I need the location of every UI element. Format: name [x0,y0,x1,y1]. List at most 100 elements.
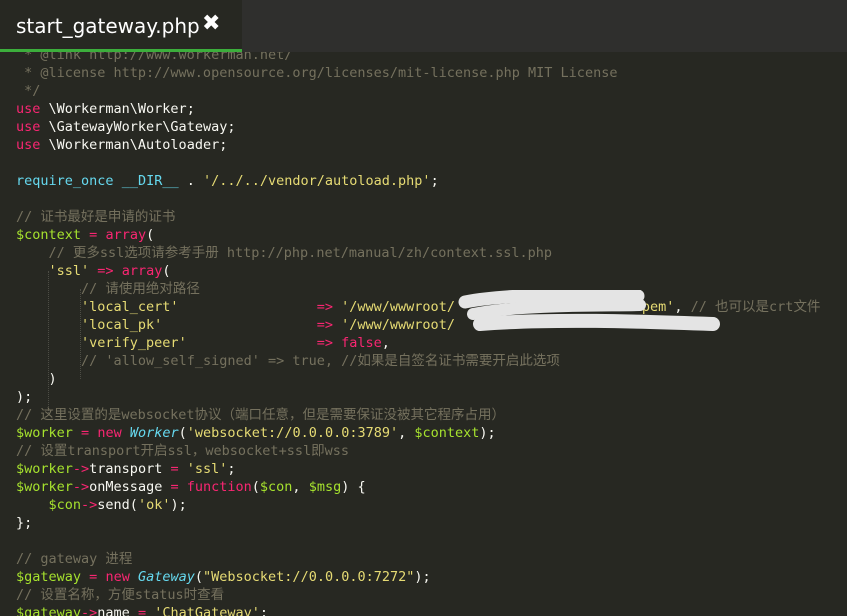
code-line[interactable]: // 设置transport开启ssl，websocket+ssl即wss [16,442,820,460]
code-line[interactable]: $worker->transport = 'ssl'; [16,460,820,478]
code-line[interactable]: * @link http://www.workerman.net/ [16,52,820,64]
keyword-token: => [316,299,334,315]
keyword-token: -> [81,497,98,513]
code-line[interactable]: use \GatewayWorker\Gateway; [16,118,820,136]
string-token: 'ChatGateway' [154,605,260,616]
code-line[interactable]: ); [16,388,820,406]
code-line[interactable]: require_once __DIR__ . '/../../vendor/au… [16,172,820,190]
keyword-token: => [316,335,334,351]
code-line[interactable]: use \Workerman\Autoloader; [16,136,820,154]
keyword-token: = [170,461,179,477]
code-line[interactable]: }; [16,514,820,532]
code-line[interactable]: // 设置名称，方便status时查看 [16,586,820,604]
class-token: Worker [129,425,179,441]
code-token: ( [178,425,187,441]
keyword-token: use [16,119,41,135]
keyword-token: -> [72,461,90,477]
code-token: ( [194,569,204,585]
code-token: ( [146,227,155,243]
code-token: ) { [341,479,366,495]
code-token: ); [479,425,496,441]
comment-token: // 设置名称，方便status时查看 [16,587,225,603]
comment-token: */ [16,83,41,99]
code-line[interactable]: $gateway->name = 'ChatGateway'; [16,604,820,616]
code-line[interactable]: $gateway = new Gateway("Websocket://0.0.… [16,568,820,586]
code-line[interactable]: // 'allow_self_signed' => true, //如果是自签名… [16,352,820,370]
code-line[interactable] [16,154,820,172]
code-line[interactable] [16,532,820,550]
code-line[interactable]: 'ssl' => array( [16,262,820,280]
code-line[interactable]: $worker = new Worker('websocket://0.0.0.… [16,424,820,442]
keyword-token: = [81,425,90,441]
code-token: ( [251,479,260,495]
file-tab[interactable]: start_gateway.php ✖ [0,0,242,52]
code-line[interactable] [16,190,820,208]
string-token: 'ssl' [48,263,90,279]
comment-token: // 'allow_self_signed' => true, //如果是自签名… [81,353,560,369]
code-token: ) [16,371,57,387]
code-line[interactable]: // gateway 进程 [16,550,820,568]
code-line[interactable]: // 证书最好是申请的证书 [16,208,820,226]
string-token: 'local_pk' [81,317,163,333]
code-line[interactable]: // 更多ssl选项请参考手册 http://php.net/manual/zh… [16,244,820,262]
code-token: ; [227,461,236,477]
code-line[interactable]: $context = array( [16,226,820,244]
string-token: 'ssl' [186,461,228,477]
code-line[interactable]: $worker->onMessage = function($con, $msg… [16,478,820,496]
code-line[interactable]: * @license http://www.opensource.org/lic… [16,64,820,82]
code-line[interactable]: */ [16,82,820,100]
code-token: name [97,605,138,616]
keyword-token: array [121,263,163,279]
string-token: 'local_cert' [81,299,179,315]
string-token: 'verify_peer' [81,335,187,351]
code-token: ; [259,605,269,616]
code-editor[interactable]: * @link http://www.workerman.net/ * @lic… [0,52,847,616]
code-token: ); [170,497,187,513]
code-token: ( [162,263,171,279]
code-token: \Workerman\Autoloader; [40,137,228,153]
code-token: transport [89,461,171,477]
comment-token: // 更多ssl选项请参考手册 http://php.net/manual/zh… [48,245,553,261]
code-token: . [178,173,203,189]
variable-token: $context [16,227,82,243]
class-token: Gateway [137,569,195,585]
comment-token: // gateway 进程 [16,551,133,567]
code-token: \Workerman\Worker; [40,101,195,117]
variable-token: $msg [308,479,342,495]
builtin-token: __DIR__ [121,173,179,189]
keyword-token: array [105,227,147,243]
close-icon[interactable]: ✖ [202,11,220,36]
keyword-token: use [16,101,41,117]
string-token: 'websocket://0.0.0.0:3789' [186,425,399,441]
code-token: send( [97,497,138,513]
keyword-token: = [170,479,179,495]
code-line[interactable]: use \Workerman\Worker; [16,100,820,118]
tab-title[interactable]: start_gateway.php [16,14,200,38]
string-token: '/www/wwwroot/ [341,317,455,333]
variable-token: $context [414,425,480,441]
code-token: onMessage [89,479,171,495]
variable-token: $con [48,497,82,513]
code-line[interactable]: ) [16,370,820,388]
keyword-token: function [186,479,252,495]
code-token: , [398,425,415,441]
code-line[interactable]: $con->send('ok'); [16,496,820,514]
string-token: 'ok' [137,497,171,513]
string-token: "Websocket://0.0.0.0:7272" [203,569,415,585]
code-line[interactable]: // 这里设置的是websocket协议（端口任意，但是需要保证没被其它程序占用… [16,406,820,424]
